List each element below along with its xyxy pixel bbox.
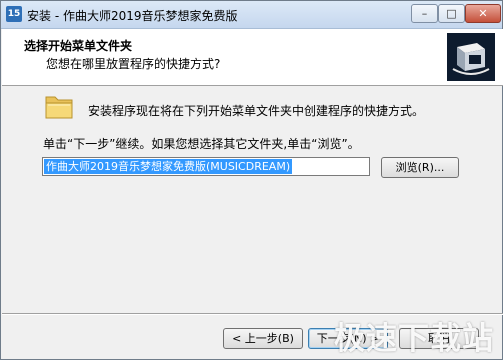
- site-watermark: 极速下载站: [334, 321, 494, 357]
- page-title: 选择开始菜单文件夹: [24, 39, 133, 53]
- folder-icon: [45, 96, 73, 119]
- app-icon: 15: [6, 6, 22, 22]
- browse-button[interactable]: 浏览(R)...: [381, 157, 459, 178]
- start-menu-folder-input[interactable]: 作曲大师2019音乐梦想家免费版(MUSICDREAM): [42, 157, 370, 176]
- installer-box-icon: [447, 33, 495, 81]
- window-title: 安装 - 作曲大师2019音乐梦想家免费版: [27, 9, 238, 23]
- intro-text: 安装程序现在将在下列开始菜单文件夹中创建程序的快捷方式。: [88, 104, 425, 118]
- minimize-button[interactable]: –: [411, 4, 438, 23]
- maximize-button[interactable]: □: [438, 4, 465, 23]
- page-subtitle: 您想在哪里放置程序的快捷方式?: [46, 57, 221, 71]
- close-button[interactable]: ✕: [465, 4, 501, 23]
- back-button[interactable]: < 上一步(B): [223, 328, 303, 349]
- installer-window: 15 安装 - 作曲大师2019音乐梦想家免费版 – □ ✕ 选择开始菜单文件夹…: [0, 0, 503, 360]
- folder-input-value: 作曲大师2019音乐梦想家免费版(MUSICDREAM): [44, 159, 293, 174]
- title-bar: 15 安装 - 作曲大师2019音乐梦想家免费版 – □ ✕: [1, 1, 502, 29]
- wizard-header: 选择开始菜单文件夹 您想在哪里放置程序的快捷方式?: [2, 29, 503, 86]
- instruction-text: 单击“下一步”继续。如果您想选择其它文件夹,单击“浏览”。: [43, 137, 360, 151]
